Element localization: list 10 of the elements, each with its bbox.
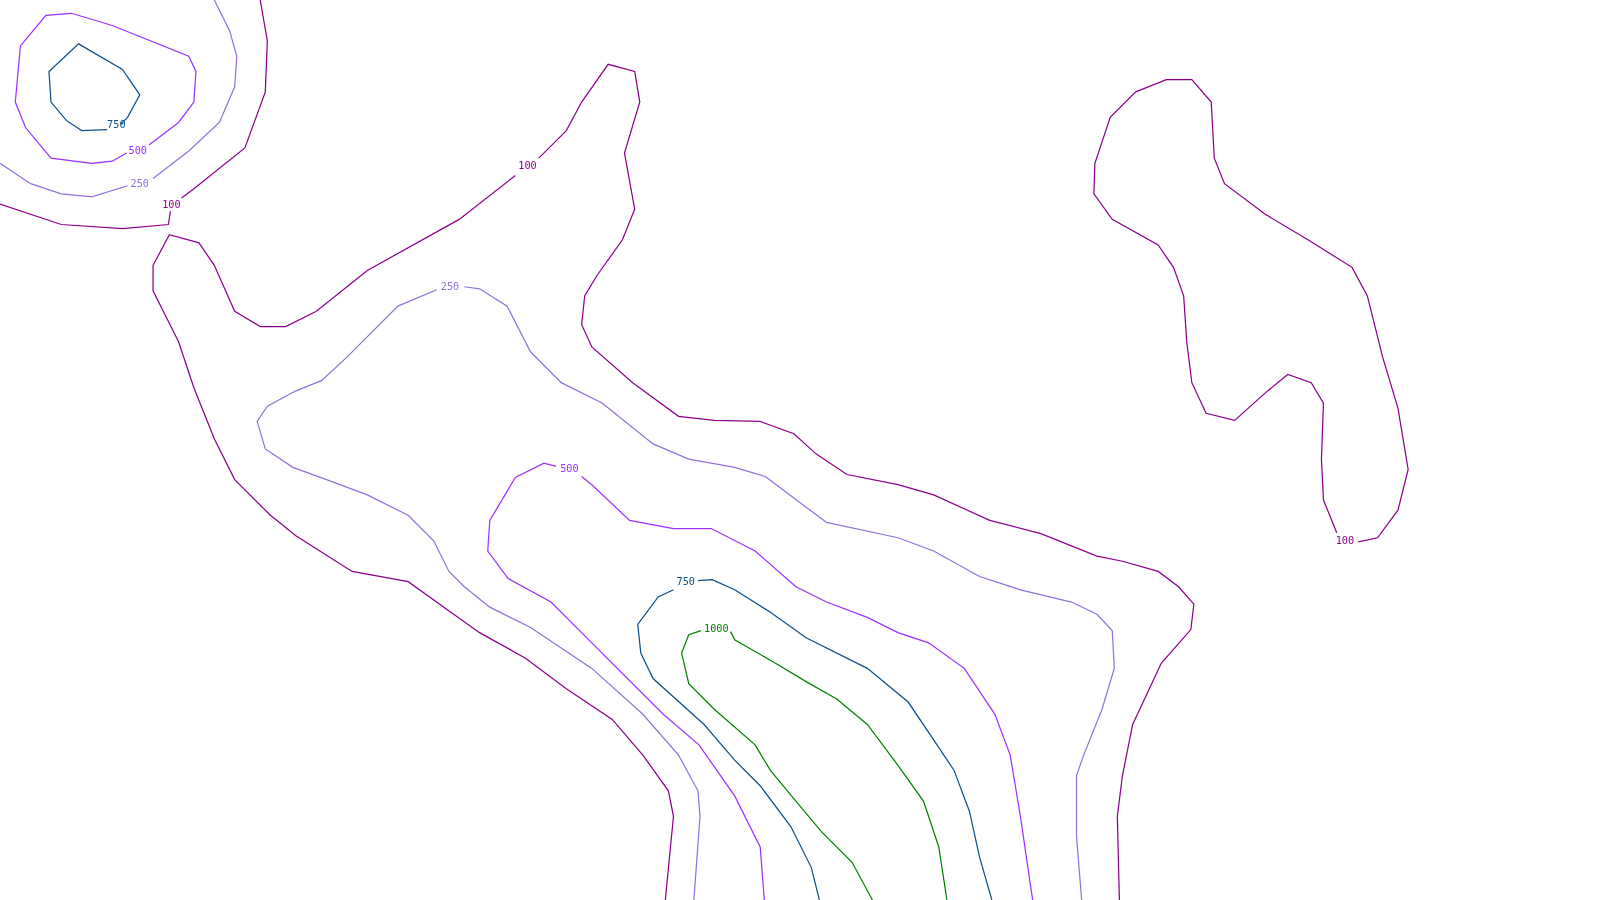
contour-label: 500: [128, 144, 147, 156]
contour-label: 500: [560, 462, 579, 474]
contour-label: 1000: [704, 623, 729, 635]
contour-label: 100: [162, 198, 181, 210]
contour-label: 750: [107, 119, 126, 131]
contour-label: 250: [130, 178, 149, 190]
contour-label: 750: [676, 576, 695, 588]
contour-label: 100: [1335, 535, 1355, 547]
contour-label: 100: [518, 159, 537, 171]
contour-label: 250: [440, 281, 460, 293]
